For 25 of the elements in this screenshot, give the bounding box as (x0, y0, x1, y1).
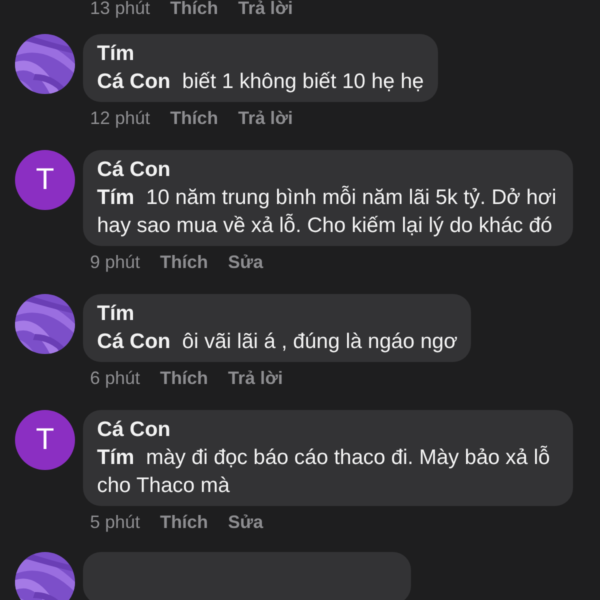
reply-link[interactable]: Trả lời (228, 366, 283, 390)
comment-time: 13 phút (90, 0, 150, 20)
comment-author[interactable]: Cá Con (97, 156, 559, 184)
comment-author[interactable]: Tím (97, 300, 458, 328)
reply-link[interactable]: Trả lời (238, 106, 293, 130)
reply-link[interactable]: Sửa (228, 250, 264, 274)
like-link[interactable]: Thích (170, 0, 218, 20)
comment-text: Tím 10 năm trung bình mỗi năm lãi 5k tỷ. Dở hơi hay sao mua về xả lỗ. Cho kiếm lại lý do khác đó (97, 184, 558, 239)
comment-author[interactable]: Cá Con (97, 416, 559, 444)
comment-text: Tím mày đi đọc báo cáo thaco đi. Mày bảo xả lỗ cho Thaco mà (97, 444, 551, 499)
comment-text: Cá Con biết 1 không biết 10 hẹ hẹ (97, 69, 424, 95)
like-link[interactable]: Thích (160, 366, 208, 390)
avatar[interactable]: T (15, 410, 75, 470)
reply-link[interactable]: Sửa (228, 510, 264, 534)
avatar[interactable]: T (15, 150, 75, 210)
reply-link[interactable]: Trả lời (238, 0, 293, 20)
like-link[interactable]: Thích (160, 250, 208, 274)
comment-author[interactable]: Tím (97, 40, 424, 68)
comment-time: 6 phút (90, 367, 140, 390)
comment-time: 12 phút (90, 107, 150, 130)
comment-time: 5 phút (90, 511, 140, 534)
like-link[interactable]: Thích (160, 510, 208, 534)
comment-time: 9 phút (90, 251, 140, 274)
comment-text: Cá Con ôi vãi lãi á , đúng là ngáo ngơ (97, 329, 458, 355)
like-link[interactable]: Thích (170, 106, 218, 130)
